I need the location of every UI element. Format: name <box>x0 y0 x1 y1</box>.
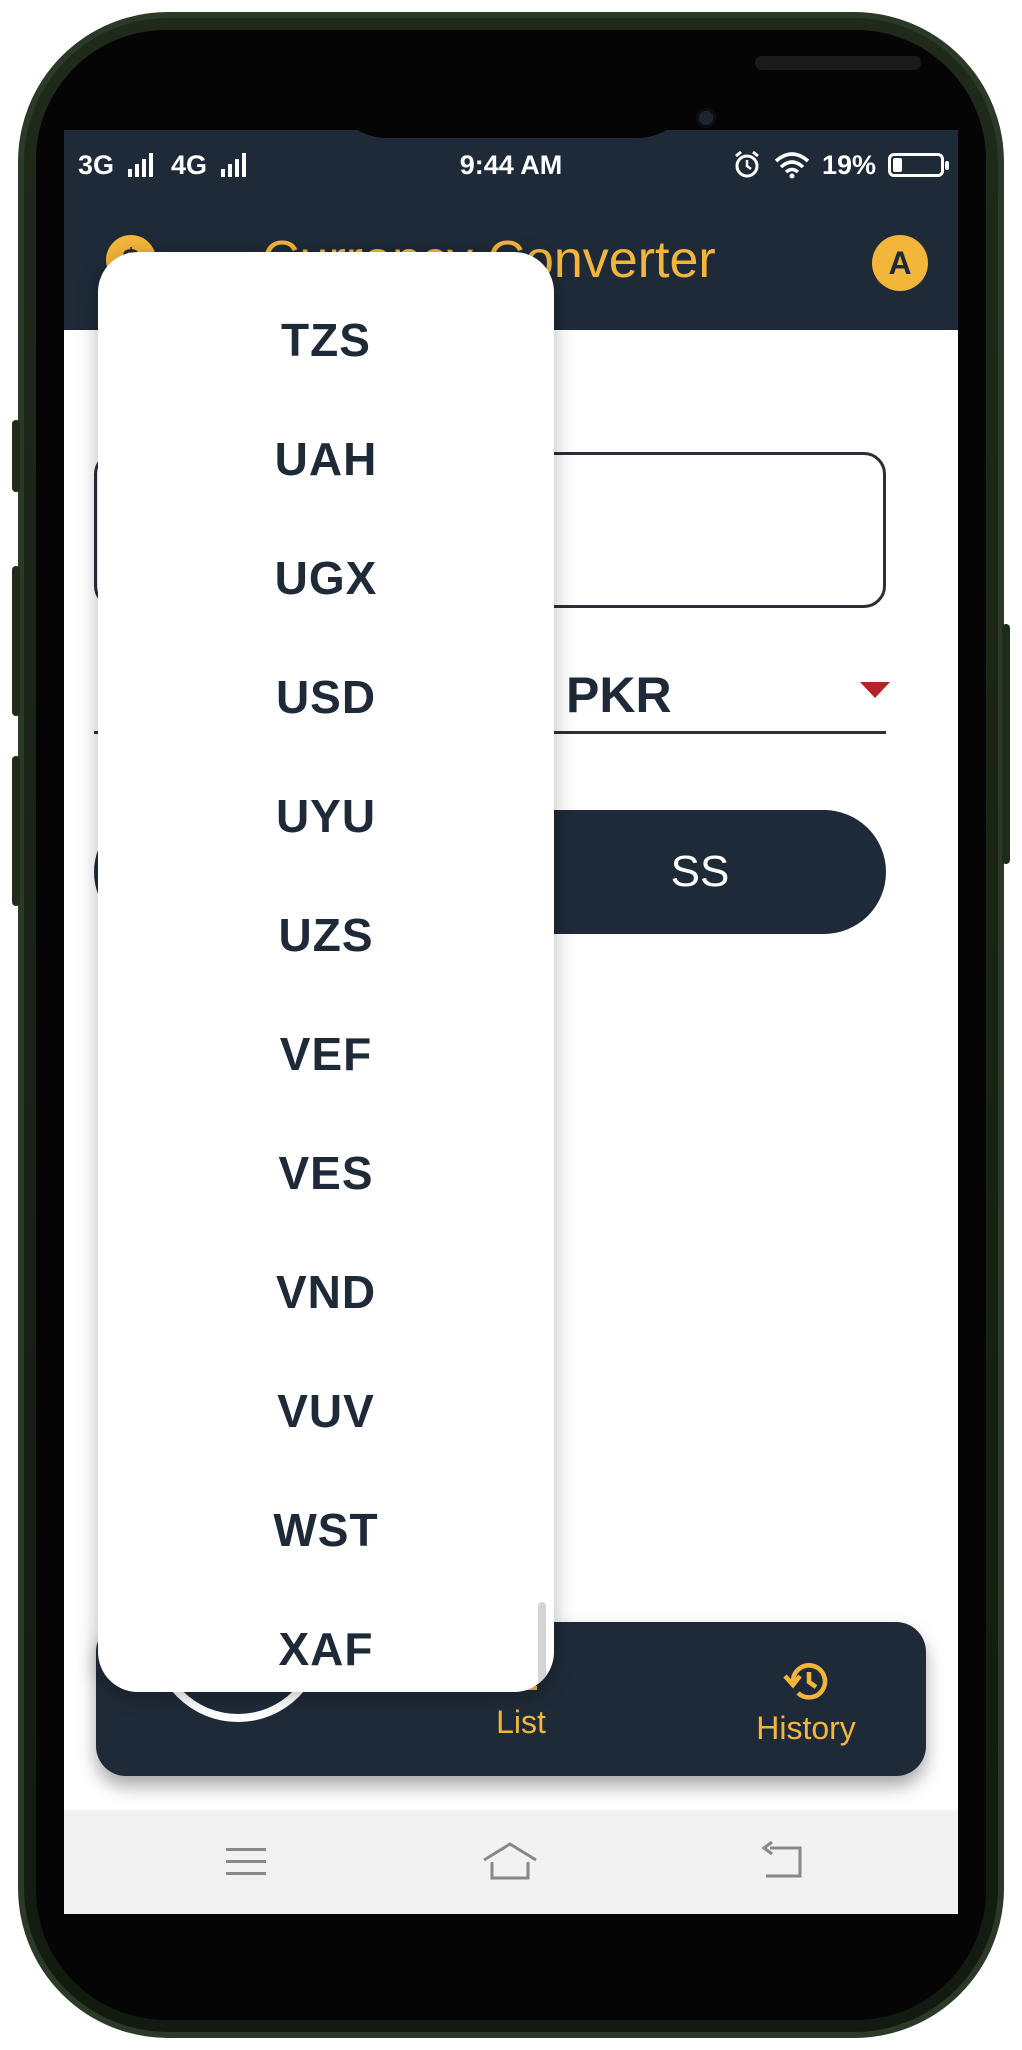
nav-history-label: History <box>756 1710 856 1746</box>
alarm-icon <box>735 150 759 178</box>
network-3g-label: 3G <box>78 149 115 180</box>
network-4g-label: 4G <box>171 149 208 180</box>
currency-option[interactable]: WST <box>98 1470 554 1589</box>
currency-option[interactable]: TZS <box>98 280 554 399</box>
phone-side-button-left-1 <box>12 420 20 492</box>
phone-side-button-left-3 <box>12 756 20 906</box>
phone-side-button-right <box>1002 624 1010 864</box>
currency-dropdown: TZS UAH UGX USD UYU UZS VEF VES VND VUV WST XAF <box>98 252 554 1692</box>
convert-button-label: SS <box>671 847 730 897</box>
wifi-icon <box>774 152 810 179</box>
camera-notch <box>327 30 921 138</box>
screen: 3G 4G 9:44 AM 19% Converter A PKR SS Lis… <box>64 130 958 1914</box>
currency-option[interactable]: UYU <box>98 756 554 875</box>
battery-percent: 19% <box>821 149 876 180</box>
avatar[interactable]: A <box>872 235 928 291</box>
currency-option[interactable]: VEF <box>98 994 554 1113</box>
back-icon[interactable] <box>750 1830 814 1894</box>
history-icon <box>783 1663 828 1700</box>
battery-icon <box>888 153 949 177</box>
nav-list-label: List <box>496 1704 546 1740</box>
signal-icon <box>128 153 154 177</box>
to-currency-value: PKR <box>566 667 672 723</box>
currency-option[interactable]: USD <box>98 637 554 756</box>
convert-button-text: SS <box>670 847 730 896</box>
system-nav-bar <box>64 1810 958 1914</box>
currency-option[interactable]: UAH <box>98 399 554 518</box>
currency-option[interactable]: VND <box>98 1232 554 1351</box>
phone-side-button-left-2 <box>12 566 20 716</box>
home-icon[interactable] <box>478 1830 542 1894</box>
nav-item-history[interactable]: History <box>716 1658 896 1747</box>
speaker-grille <box>755 56 921 70</box>
menu-icon[interactable] <box>214 1830 278 1894</box>
front-camera <box>696 108 716 128</box>
currency-option[interactable]: UGX <box>98 518 554 637</box>
signal-icon <box>221 153 247 177</box>
battery-level <box>893 158 902 172</box>
dropdown-scrollbar[interactable] <box>538 1602 546 1692</box>
network-indicators: 3G 4G <box>78 149 247 181</box>
currency-option[interactable]: XAF <box>98 1589 554 1692</box>
currency-option[interactable]: UZS <box>98 875 554 994</box>
currency-option[interactable]: VUV <box>98 1351 554 1470</box>
currency-list: TZS UAH UGX USD UYU UZS VEF VES VND VUV WST XAF <box>98 280 554 1692</box>
caret-down-icon <box>860 682 890 698</box>
status-bar: 3G 4G 9:44 AM 19% <box>64 130 958 200</box>
currency-option[interactable]: VES <box>98 1113 554 1232</box>
status-right-icons: 19% <box>732 149 949 181</box>
